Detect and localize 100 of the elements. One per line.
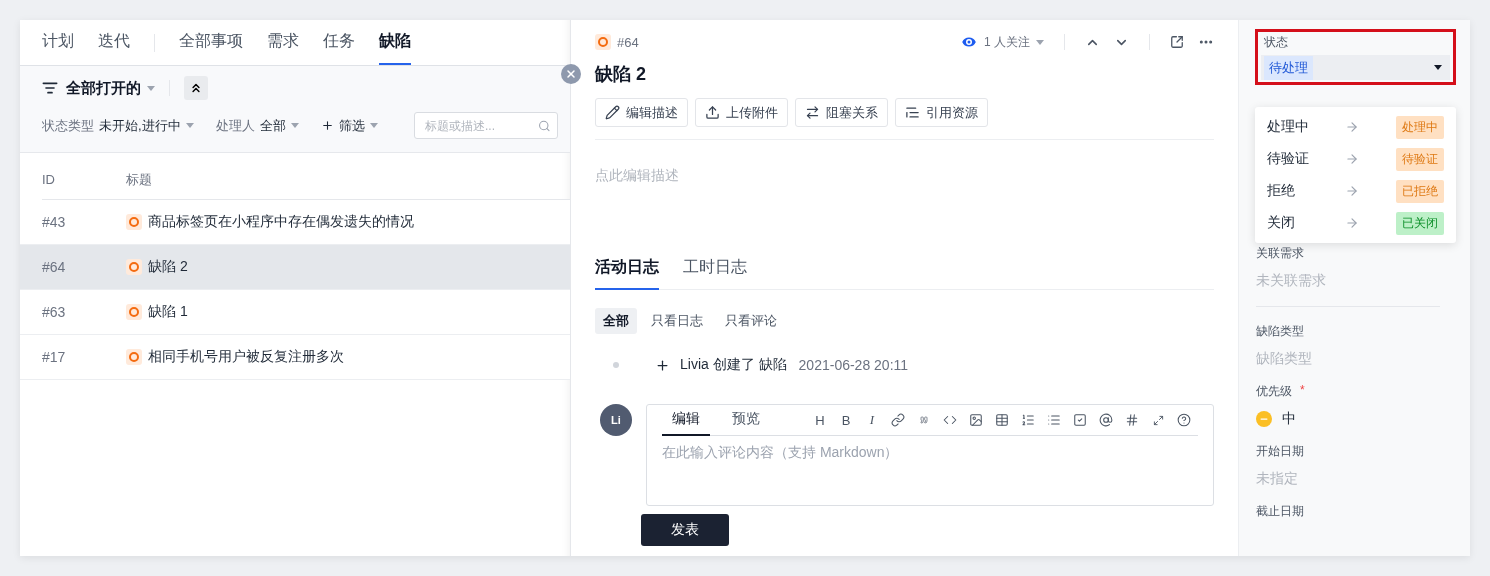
option-label: 关闭	[1267, 214, 1296, 232]
required-mark: *	[1300, 383, 1305, 399]
issue-row[interactable]: #43 商品标签页在小程序中存在偶发遗失的情况	[20, 200, 570, 245]
status-tag: 处理中	[1396, 115, 1444, 139]
close-button[interactable]	[561, 64, 581, 84]
issue-id: #64	[617, 34, 639, 50]
ring-icon	[126, 214, 142, 230]
status-tag: 待处理	[1264, 55, 1313, 80]
option-label: 处理中	[1267, 118, 1310, 136]
status-option[interactable]: 拒绝 已拒绝	[1255, 175, 1456, 207]
ring-icon	[126, 349, 142, 365]
log-filter[interactable]: 全部	[595, 308, 637, 334]
priority-label: 中	[1282, 410, 1296, 428]
avatar: Li	[600, 404, 632, 436]
status-option[interactable]: 待验证 待验证	[1255, 143, 1456, 175]
nav-tab[interactable]: 计划	[42, 20, 74, 65]
filter-dropdown[interactable]: 处理人 全部	[215, 116, 299, 135]
nav-tab[interactable]: 全部事项	[179, 20, 243, 65]
search-input[interactable]: 标题或描述...	[423, 117, 539, 134]
view-dropdown[interactable]: 全部打开的	[66, 78, 155, 98]
watchers-dropdown[interactable]: 1 人关注	[960, 33, 1044, 51]
action-button[interactable]: 上传附件	[695, 98, 788, 127]
filter-dropdown[interactable]: 状态类型 未开始,进行中	[42, 116, 194, 135]
submit-button[interactable]: 发表	[641, 514, 729, 546]
external-link-icon	[1170, 35, 1184, 49]
status-tag: 待验证	[1396, 147, 1444, 171]
field-label: 缺陷类型	[1256, 323, 1304, 340]
nav-tab[interactable]: 任务	[323, 20, 355, 65]
action-button[interactable]: 引用资源	[895, 98, 988, 127]
filter-label: 状态类型	[42, 116, 94, 135]
image-icon	[969, 413, 983, 427]
editor-tab[interactable]: 编辑	[662, 404, 710, 436]
field-label: 截止日期	[1256, 503, 1304, 520]
status-option[interactable]: 处理中 处理中	[1255, 111, 1456, 143]
toolbar-button[interactable]	[994, 412, 1010, 428]
status-tag: 已拒绝	[1396, 179, 1444, 203]
comment-field[interactable]: 编辑 预览 H B I 在此输入评论内容（支持 Markdown）	[646, 404, 1214, 506]
at-sign-icon	[1099, 413, 1113, 427]
code-icon	[943, 413, 957, 427]
issue-id: #63	[42, 304, 67, 320]
open-external-button[interactable]	[1170, 35, 1184, 49]
toolbar-button[interactable]	[1020, 412, 1036, 428]
toolbar-button[interactable]	[1176, 412, 1192, 428]
help-icon	[1177, 413, 1191, 427]
issue-row[interactable]: #17 相同手机号用户被反复注册多次	[20, 335, 570, 380]
checkbox-icon	[1073, 413, 1087, 427]
issue-row[interactable]: #63 缺陷 1	[20, 290, 570, 335]
filter-value: 未开始,进行中	[99, 116, 181, 135]
log-filter[interactable]: 只看评论	[717, 308, 785, 334]
toolbar-button[interactable]	[890, 412, 906, 428]
log-tab[interactable]: 活动日志	[595, 257, 659, 290]
toolbar-button[interactable]	[968, 412, 984, 428]
toolbar-button[interactable]	[1072, 412, 1088, 428]
ring-icon	[126, 304, 142, 320]
issue-title: 商品标签页在小程序中存在偶发遗失的情况	[148, 213, 414, 231]
action-button[interactable]: 阻塞关系	[795, 98, 888, 127]
log-tab[interactable]: 工时日志	[683, 257, 747, 290]
caret-icon	[1036, 39, 1044, 45]
status-option[interactable]: 关闭 已关闭	[1255, 207, 1456, 239]
hash-icon	[1125, 413, 1139, 427]
filter-label: 处理人	[215, 116, 255, 135]
ring-icon	[126, 259, 142, 275]
toolbar-button[interactable]	[1098, 412, 1114, 428]
issue-title: 缺陷 2	[595, 63, 647, 86]
editor-tab[interactable]: 预览	[722, 404, 770, 436]
issue-title: 缺陷 2	[148, 258, 188, 276]
chevrons-up-icon	[189, 81, 203, 95]
add-filter-label: 筛选	[338, 116, 365, 135]
status-select[interactable]: 待处理	[1261, 55, 1450, 80]
option-label: 拒绝	[1267, 182, 1296, 200]
toolbar-button[interactable]: B	[838, 412, 854, 428]
issue-title: 缺陷 1	[148, 303, 188, 321]
toolbar-button[interactable]	[1124, 412, 1140, 428]
caret-icon	[185, 123, 194, 128]
add-filter-dropdown[interactable]: 筛选	[320, 116, 378, 135]
nav-tab[interactable]: 迭代	[98, 20, 130, 65]
toolbar-button[interactable]: H	[812, 412, 828, 428]
field-label: 开始日期	[1256, 443, 1304, 460]
issue-row[interactable]: #64 缺陷 2	[20, 245, 570, 290]
toolbar-button[interactable]: I	[864, 412, 880, 428]
action-button[interactable]: 编辑描述	[595, 98, 688, 127]
log-time: 2021-06-28 20:11	[798, 357, 909, 373]
field-label: 关联需求	[1256, 245, 1304, 262]
upload-icon	[705, 105, 720, 120]
numbered-list-icon	[1021, 413, 1035, 427]
search-field[interactable]: 标题或描述...	[414, 112, 558, 139]
field-label: 状态	[1264, 34, 1289, 51]
log-filter[interactable]: 只看日志	[643, 308, 711, 334]
close-icon	[565, 68, 577, 80]
column-header: ID	[42, 172, 56, 187]
priority-value[interactable]: 中	[1256, 410, 1440, 428]
issue-id: #64	[42, 259, 67, 275]
caret-icon	[369, 123, 378, 128]
filter-value: 全部	[259, 116, 286, 135]
pencil-icon	[605, 105, 620, 120]
nav-tab[interactable]: 需求	[267, 20, 299, 65]
issue-id: #17	[42, 349, 67, 365]
issue-id: #43	[42, 214, 67, 230]
caret-icon	[290, 123, 299, 128]
collapse-button[interactable]	[184, 76, 208, 100]
